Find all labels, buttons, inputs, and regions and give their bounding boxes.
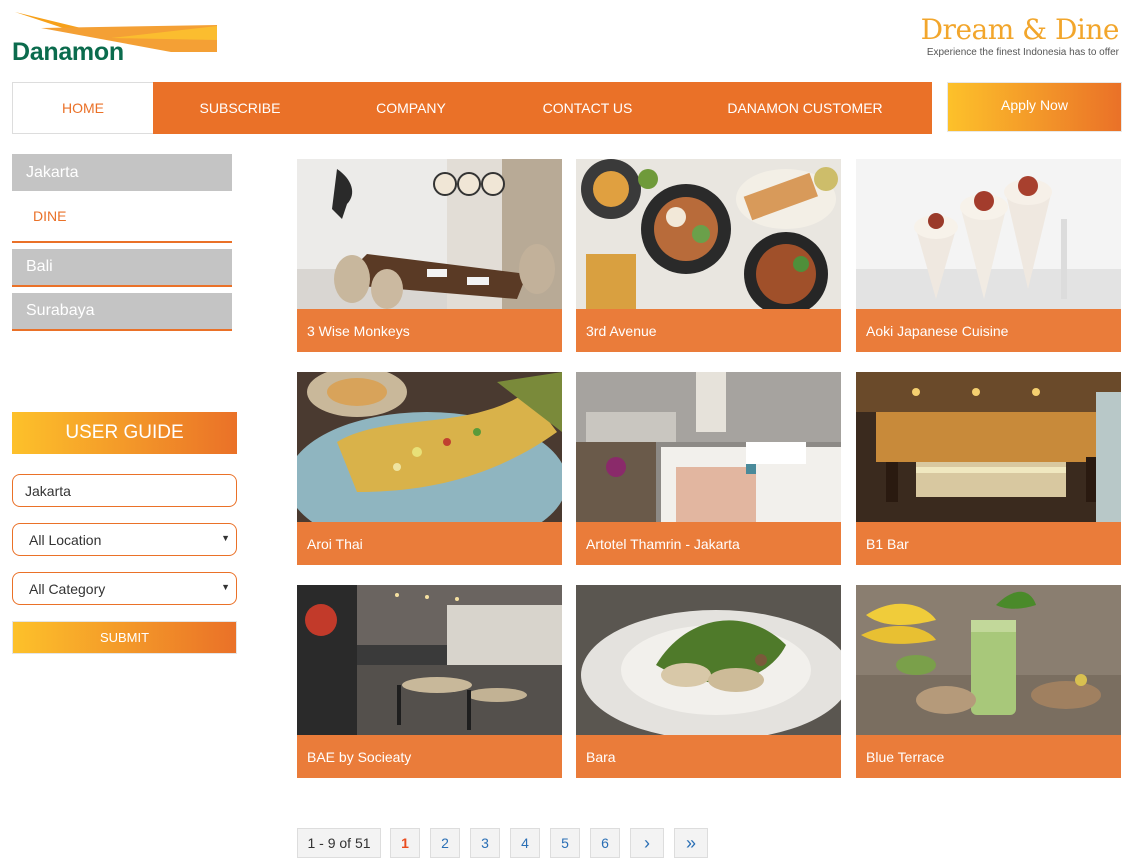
- apply-now-button[interactable]: Apply Now: [947, 82, 1122, 132]
- nav-company[interactable]: COMPANY: [327, 82, 495, 134]
- restaurant-photo: [856, 159, 1121, 309]
- restaurant-card[interactable]: Blue Terrace: [856, 585, 1121, 778]
- brand-subtitle: Experience the finest Indonesia has to o…: [926, 47, 1119, 58]
- restaurant-photo: [297, 159, 562, 309]
- page-1-button[interactable]: 1: [390, 828, 420, 858]
- restaurant-name: BAE by Socieaty: [297, 735, 562, 778]
- page-4-button[interactable]: 4: [510, 828, 540, 858]
- nav-danamon-customer[interactable]: DANAMON CUSTOMER: [680, 82, 930, 134]
- restaurant-name: Aoki Japanese Cuisine: [856, 309, 1121, 352]
- location-select-value: All Location: [29, 531, 102, 548]
- nav-subscribe[interactable]: SUBSCRIBE: [153, 82, 327, 134]
- restaurant-card[interactable]: BAE by Socieaty: [297, 585, 562, 778]
- brand-block: Dream & Dine Experience the finest Indon…: [920, 13, 1120, 59]
- restaurant-photo: [297, 585, 562, 735]
- city-field[interactable]: [12, 474, 237, 507]
- category-select-value: All Category: [29, 580, 106, 597]
- restaurant-photo: [576, 159, 841, 309]
- user-guide-button[interactable]: USER GUIDE: [12, 412, 237, 454]
- nav-contact-us[interactable]: CONTACT US: [495, 82, 680, 134]
- category-select[interactable]: All Category ▼: [12, 572, 237, 605]
- pagination-info: 1 - 9 of 51: [297, 828, 381, 858]
- restaurant-name: Artotel Thamrin - Jakarta: [576, 522, 841, 565]
- restaurant-name: Bara: [576, 735, 841, 778]
- dropdown-arrow-icon: ▼: [221, 533, 230, 543]
- restaurant-photo: [576, 585, 841, 735]
- restaurant-photo: [856, 585, 1121, 735]
- restaurant-photo: [297, 372, 562, 522]
- restaurant-name: 3 Wise Monkeys: [297, 309, 562, 352]
- restaurant-card[interactable]: Aoki Japanese Cuisine: [856, 159, 1121, 352]
- city-surabaya[interactable]: Surabaya: [12, 293, 232, 331]
- main-nav: HOME SUBSCRIBE COMPANY CONTACT US DANAMO…: [12, 82, 932, 134]
- restaurant-card[interactable]: 3rd Avenue: [576, 159, 841, 352]
- restaurant-card[interactable]: Bara: [576, 585, 841, 778]
- brand-title: Dream & Dine: [920, 13, 1120, 46]
- nav-home[interactable]: HOME: [12, 82, 153, 134]
- restaurant-name: B1 Bar: [856, 522, 1121, 565]
- restaurant-photo: [576, 372, 841, 522]
- next-page-button[interactable]: ›: [630, 828, 664, 858]
- page-2-button[interactable]: 2: [430, 828, 460, 858]
- location-select[interactable]: All Location ▼: [12, 523, 237, 556]
- restaurant-card[interactable]: 3 Wise Monkeys: [297, 159, 562, 352]
- submit-button[interactable]: SUBMIT: [12, 621, 237, 654]
- city-jakarta[interactable]: Jakarta: [12, 154, 232, 191]
- page-5-button[interactable]: 5: [550, 828, 580, 858]
- restaurant-card[interactable]: Aroi Thai: [297, 372, 562, 565]
- sidebar-item-dine[interactable]: DINE: [12, 191, 232, 243]
- restaurant-photo: [856, 372, 1121, 522]
- page-6-button[interactable]: 6: [590, 828, 620, 858]
- dropdown-arrow-icon: ▼: [221, 582, 230, 592]
- city-bali[interactable]: Bali: [12, 249, 232, 287]
- restaurant-name: 3rd Avenue: [576, 309, 841, 352]
- page-3-button[interactable]: 3: [470, 828, 500, 858]
- logo-text: Danamon: [12, 38, 124, 66]
- city-input[interactable]: [25, 482, 215, 499]
- restaurant-name: Aroi Thai: [297, 522, 562, 565]
- last-page-button[interactable]: »: [674, 828, 708, 858]
- restaurant-card[interactable]: Artotel Thamrin - Jakarta: [576, 372, 841, 565]
- restaurant-card[interactable]: B1 Bar: [856, 372, 1121, 565]
- restaurant-name: Blue Terrace: [856, 735, 1121, 778]
- danamon-logo[interactable]: Danamon: [11, 10, 221, 66]
